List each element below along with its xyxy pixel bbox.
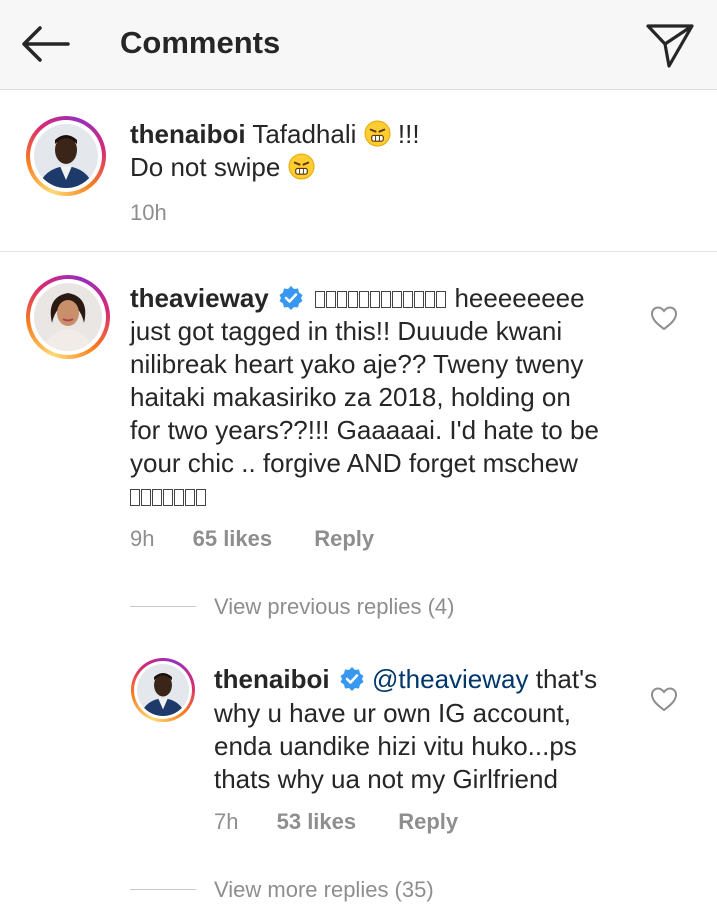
caption-text-2: Do not swipe [130,152,281,182]
reply-likes[interactable]: 53 likes [277,809,357,834]
comment-text-line6: your chic .. forgive AND forget mschew [130,448,578,478]
caption-text-suffix: !!! [397,119,420,149]
back-button[interactable] [18,22,72,66]
caption-text: Tafadhali [252,119,357,149]
user-photo [34,124,98,188]
comment-reply-button[interactable]: Reply [314,526,374,551]
comment-avatar[interactable] [26,275,110,359]
comment-emoji-line [130,480,207,513]
user-photo [137,664,189,716]
comment-text-line2: just got tagged in this!! Duuude kwani [130,316,563,346]
comment-username[interactable]: theavieway [130,283,269,313]
verified-badge-icon [340,667,364,691]
reply-text-line2: why u have ur own IG account, [214,698,571,728]
reply-reply-button[interactable]: Reply [398,809,458,834]
caption-timestamp: 10h [130,200,167,225]
comment-likes[interactable]: 65 likes [193,526,273,551]
reply-username[interactable]: thenaiboi [214,664,330,694]
send-button[interactable] [644,18,696,70]
emoji-placeholder-boxes [315,283,447,313]
send-icon [646,24,694,68]
reply-text-line4: thats why ua not my Girlfriend [214,764,558,794]
view-more-replies-link[interactable]: View more replies (35) [214,877,434,903]
comment-text-first: heeeeeeee [454,283,585,313]
reply-text-first: that's [535,664,598,694]
caption-text-line1: thenaiboi Tafadhali !!! [130,118,420,151]
reply-meta: 7h 53 likes Reply [214,809,458,835]
reply-text-line3: enda uandike hizi vitu huko...ps [214,731,577,761]
user-photo [34,283,102,351]
reply-like-button[interactable] [650,686,678,712]
comment-text-line5: for two years??!!! Gaaaaai. I'd hate to … [130,415,599,445]
heart-icon [650,306,678,331]
page-title: Comments [120,25,281,60]
replies-line [130,606,196,607]
angry-emoji-icon [288,153,315,180]
more-replies-line [130,889,196,890]
comment-text-line4: haitaki makasiriko za 2018, holding on [130,382,571,412]
caption-text-line2: Do not swipe [130,151,315,184]
reply-timestamp: 7h [214,809,239,834]
comment-meta: 9h 65 likes Reply [130,526,374,552]
view-previous-replies-link[interactable]: View previous replies (4) [214,594,454,620]
heart-icon [650,687,678,712]
comment-text-line1: theavieway heeeeeeee [130,282,585,315]
angry-emoji-icon [364,120,391,147]
emoji-placeholder-boxes [130,481,207,511]
header-bar: Comments [0,0,717,90]
reply-avatar[interactable] [131,658,195,722]
comment-like-button[interactable] [650,305,678,331]
verified-badge-icon [279,286,303,310]
caption-avatar[interactable] [26,116,106,196]
comment-text-line3: nilibreak heart yako aje?? Tweny tweny [130,349,584,379]
comment-timestamp: 9h [130,526,155,551]
reply-mention-link[interactable]: @theavieway [372,664,528,694]
reply-text-line1: thenaiboi @theavieway that's [214,663,597,696]
caption-username[interactable]: thenaiboi [130,119,246,149]
back-arrow-icon [22,26,70,62]
caption-divider [0,251,717,252]
